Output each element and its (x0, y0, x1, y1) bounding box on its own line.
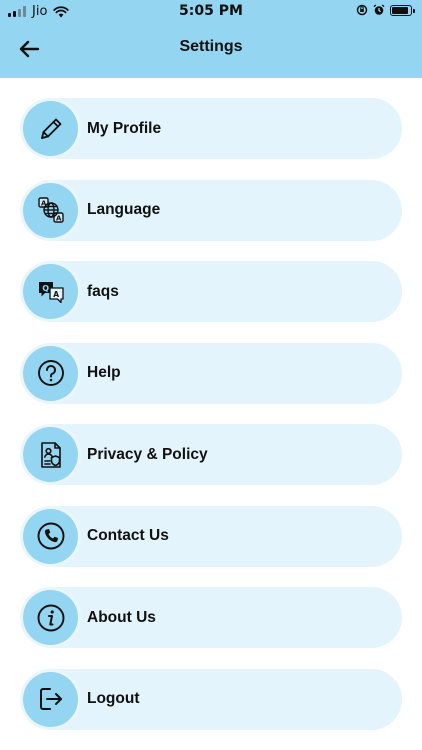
menu-item-my-profile[interactable]: My Profile (20, 98, 402, 159)
phone-icon (23, 508, 78, 564)
page-title: Settings (179, 38, 243, 55)
menu-item-help[interactable]: Help (20, 342, 402, 404)
privacy-document-icon (23, 427, 78, 482)
battery-icon (390, 4, 415, 16)
pencil-icon (23, 101, 78, 156)
menu-item-label: My Profile (87, 119, 162, 137)
menu-item-faqs[interactable]: Q A faqs (20, 261, 402, 322)
rotation-lock-icon (356, 4, 368, 16)
menu-item-label: Privacy & Policy (87, 445, 208, 463)
status-right (356, 4, 415, 16)
header-bar: Jio 5:05 PM Settings (0, 0, 422, 78)
translate-icon: A A (23, 182, 78, 238)
menu-item-label: faqs (87, 282, 119, 300)
menu-item-about-us[interactable]: About Us (20, 587, 402, 648)
question-circle-icon (23, 345, 78, 401)
menu-item-logout[interactable]: Logout (20, 668, 402, 730)
menu-item-language[interactable]: A A Language (20, 179, 402, 241)
logout-icon (23, 671, 78, 727)
svg-text:Q: Q (42, 284, 49, 293)
menu-item-privacy-policy[interactable]: Privacy & Policy (20, 424, 402, 485)
svg-text:A: A (56, 215, 62, 223)
menu-item-label: About Us (87, 608, 156, 626)
status-bar: Jio 5:05 PM (0, 0, 422, 24)
menu-item-label: Logout (87, 690, 140, 707)
info-icon (23, 590, 78, 645)
menu-item-label: Language (87, 201, 161, 218)
battery-level (392, 6, 409, 14)
menu-item-label: Contact Us (87, 527, 169, 544)
settings-menu: My Profile A A Language Q A faqs Help Pr… (20, 98, 402, 750)
qa-chat-icon: Q A (23, 264, 78, 319)
menu-item-label: Help (87, 364, 121, 381)
svg-text:A: A (53, 290, 59, 299)
settings-screen: Jio 5:05 PM Settings My Profile A A Lang… (0, 0, 422, 750)
alarm-icon (373, 4, 385, 16)
svg-text:A: A (41, 200, 47, 208)
menu-item-contact-us[interactable]: Contact Us (20, 505, 402, 567)
